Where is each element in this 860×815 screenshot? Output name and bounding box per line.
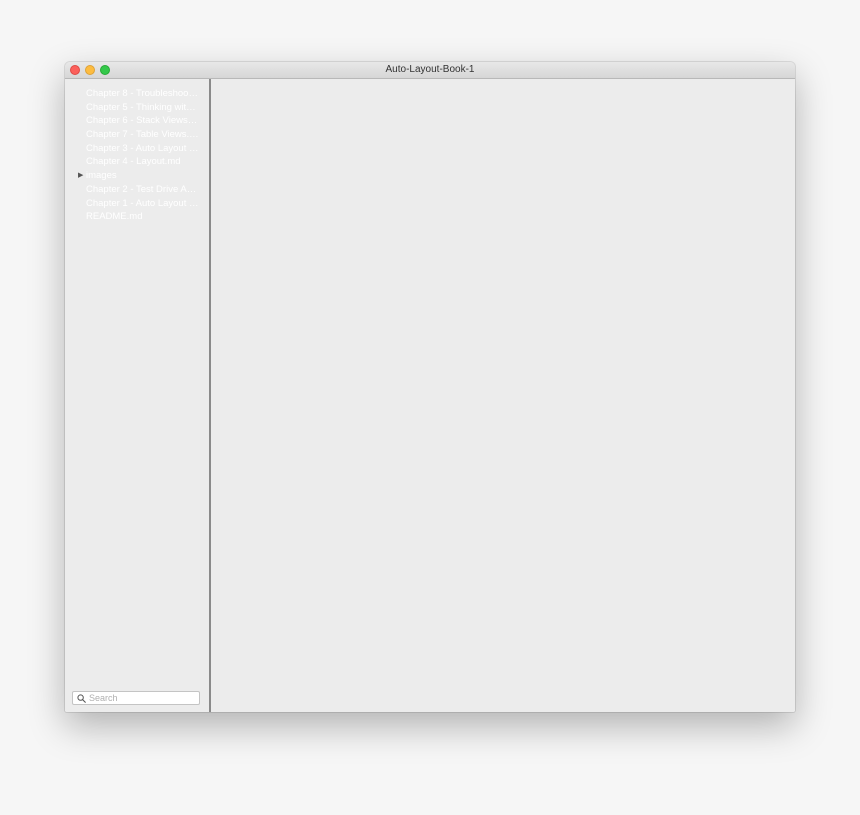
disclosure-triangle-icon[interactable]: ▶: [78, 169, 83, 183]
file-label: Chapter 5 - Thinking with Auto Layout.md: [86, 101, 199, 113]
file-label: README.md: [86, 211, 143, 223]
list-item[interactable]: Chapter 8 - Troubleshooting Auto Layout.…: [65, 87, 199, 101]
search-input[interactable]: [89, 692, 197, 704]
window-title: Auto-Layout-Book-1: [385, 64, 475, 75]
title-bar[interactable]: Auto-Layout-Book-1: [65, 62, 795, 79]
file-label: Chapter 7 - Table Views.md: [86, 129, 199, 141]
list-item[interactable]: Chapter 4 - Layout.md: [65, 155, 199, 169]
file-label: Chapter 2 - Test Drive Auto Layout.md: [86, 183, 199, 195]
list-item[interactable]: Chapter 1 - Auto Layout Basics.md: [65, 197, 199, 211]
list-item[interactable]: Chapter 3 - Auto Layout in Code.md: [65, 142, 199, 156]
search-icon: [77, 694, 86, 703]
list-item[interactable]: Chapter 2 - Test Drive Auto Layout.md: [65, 183, 199, 197]
sidebar: Chapter 8 - Troubleshooting Auto Layout.…: [65, 79, 211, 712]
file-label: Chapter 8 - Troubleshooting Auto Layout.…: [86, 88, 199, 99]
list-item[interactable]: Chapter 6 - Stack Views.md: [65, 114, 199, 128]
folder-label: images: [86, 170, 117, 182]
list-item[interactable]: Chapter 7 - Table Views.md: [65, 128, 199, 142]
file-label: Chapter 1 - Auto Layout Basics.md: [86, 197, 199, 209]
file-label: Chapter 4 - Layout.md: [86, 156, 181, 168]
file-label: Chapter 6 - Stack Views.md: [86, 115, 199, 127]
list-item[interactable]: README.md: [65, 210, 199, 224]
list-item[interactable]: Chapter 5 - Thinking with Auto Layout.md: [65, 101, 199, 115]
editor-area[interactable]: [211, 79, 795, 712]
search-field[interactable]: [72, 691, 200, 705]
file-list: Chapter 8 - Troubleshooting Auto Layout.…: [65, 87, 209, 224]
folder-item-images[interactable]: ▶ images: [65, 169, 199, 183]
file-label: Chapter 3 - Auto Layout in Code.md: [86, 142, 199, 154]
app-window: Auto-Layout-Book-1 Chapter 8 - Troublesh…: [65, 62, 795, 712]
